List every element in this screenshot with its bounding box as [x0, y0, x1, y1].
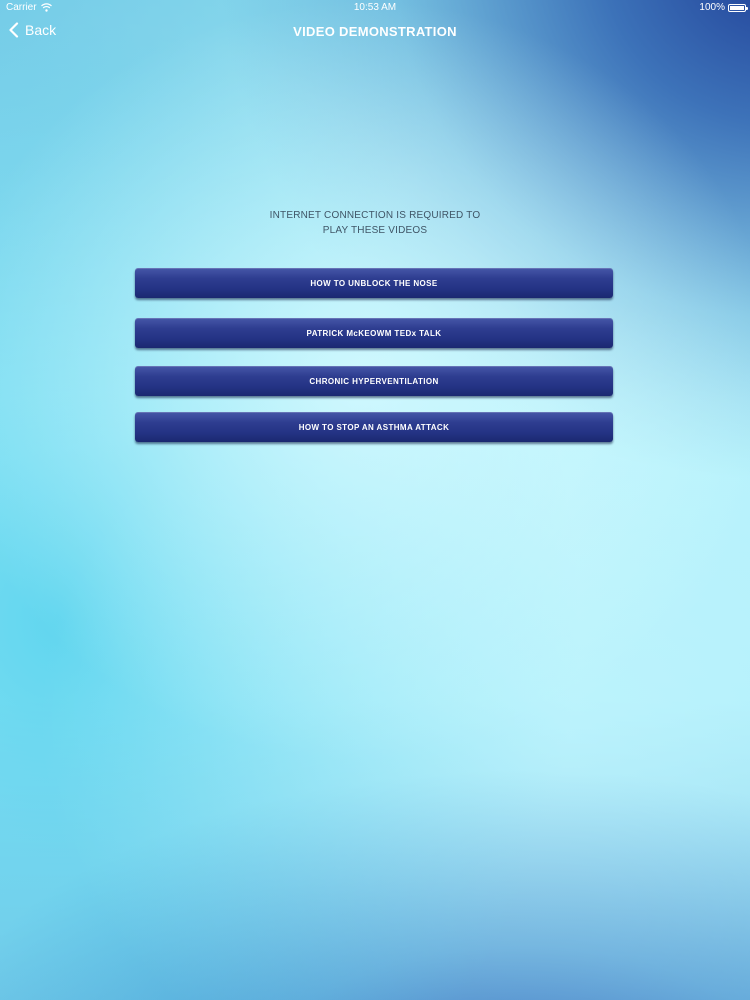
notice-line-1: INTERNET CONNECTION IS REQUIRED TO: [269, 210, 481, 221]
battery-percent: 100%: [699, 2, 725, 13]
status-right: 100%: [699, 2, 748, 13]
nav-bar: Back VIDEO DEMONSTRATION: [0, 16, 750, 46]
status-bar: Carrier 10:53 AM 100%: [0, 0, 750, 16]
video-button-unblock-nose[interactable]: HOW TO UNBLOCK THE NOSE: [135, 268, 613, 298]
video-button-label: PATRICK McKEOWM TEDx TALK: [306, 328, 442, 338]
video-button-chronic-hyperventilation[interactable]: CHRONIC HYPERVENTILATION: [135, 366, 613, 396]
battery-fill: [730, 5, 744, 10]
battery-icon: [728, 3, 748, 12]
video-button-label: CHRONIC HYPERVENTILATION: [309, 376, 439, 386]
page-title: VIDEO DEMONSTRATION: [293, 24, 457, 39]
status-time: 10:53 AM: [353, 2, 397, 13]
video-button-stop-asthma-attack[interactable]: HOW TO STOP AN ASTHMA ATTACK: [135, 412, 613, 442]
video-button-label: HOW TO STOP AN ASTHMA ATTACK: [298, 422, 450, 432]
video-button-label: HOW TO UNBLOCK THE NOSE: [310, 278, 438, 288]
video-button-tedx-talk[interactable]: PATRICK McKEOWM TEDx TALK: [135, 318, 613, 348]
notice-line-2: PLAY THESE VIDEOS: [322, 225, 428, 236]
internet-notice: INTERNET CONNECTION IS REQUIRED TO PLAY …: [0, 208, 750, 238]
